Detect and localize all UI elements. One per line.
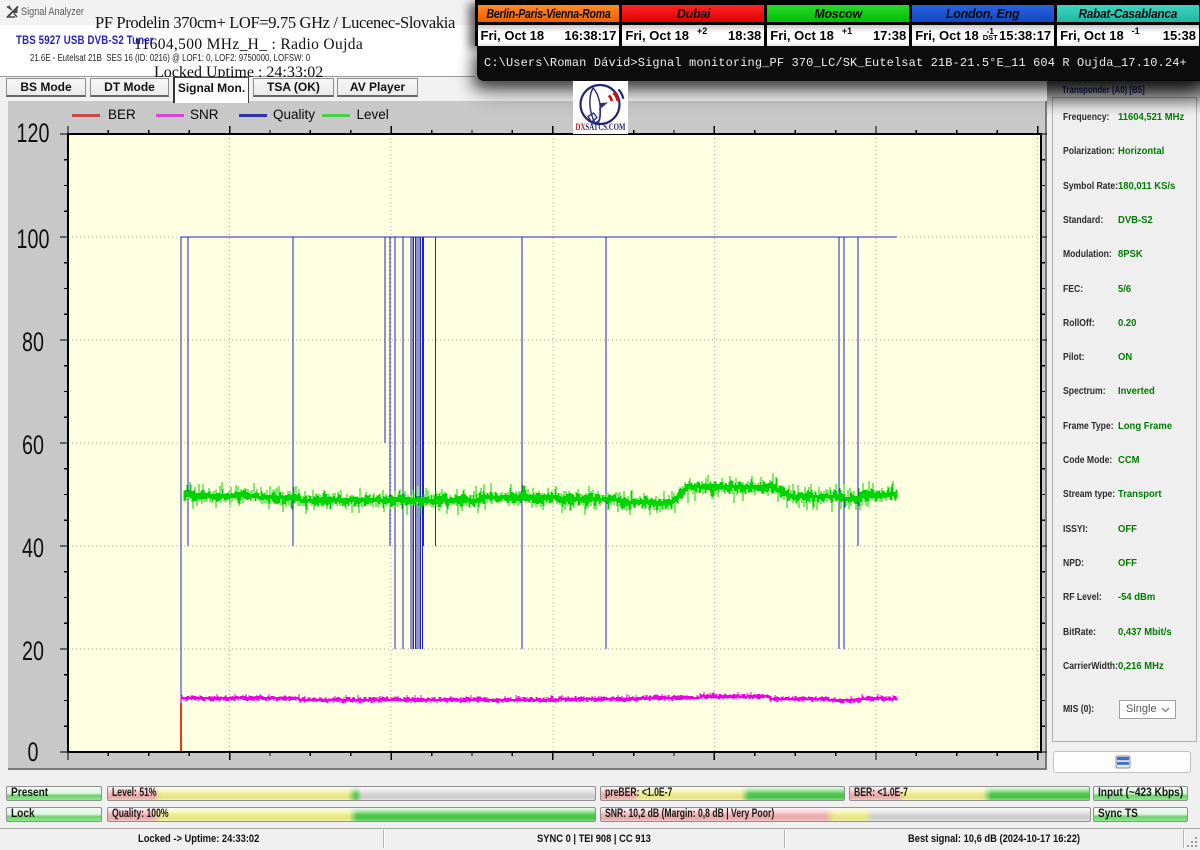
svg-text:DXSATCS.COM: DXSATCS.COM bbox=[576, 122, 626, 132]
